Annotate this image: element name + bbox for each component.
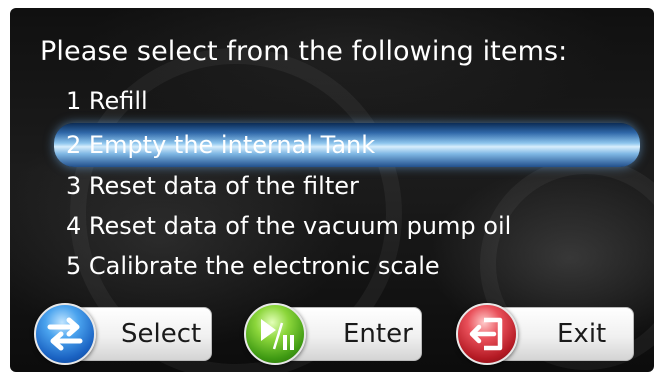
screen: Please select from the following items: … <box>10 8 654 372</box>
select-orb[interactable] <box>34 303 96 365</box>
menu-item-refill[interactable]: 1 Refill <box>66 84 148 118</box>
menu-item-reset-vacuum-pump-oil[interactable]: 4 Reset data of the vacuum pump oil <box>66 209 511 243</box>
page-title: Please select from the following items: <box>40 36 568 67</box>
swap-arrows-icon <box>47 317 83 351</box>
enter-button-label: Enter <box>343 319 413 349</box>
select-button-label: Select <box>121 319 202 349</box>
exit-button-label: Exit <box>557 319 607 349</box>
menu-item-calibrate-scale[interactable]: 5 Calibrate the electronic scale <box>66 249 440 283</box>
menu-item-reset-filter[interactable]: 3 Reset data of the filter <box>66 169 359 203</box>
exit-orb[interactable] <box>456 303 518 365</box>
menu-item-empty-internal-tank[interactable]: 2 Empty the internal Tank <box>66 128 375 162</box>
exit-door-icon <box>469 317 503 351</box>
play-pause-icon <box>261 319 294 350</box>
enter-orb[interactable] <box>244 303 306 365</box>
